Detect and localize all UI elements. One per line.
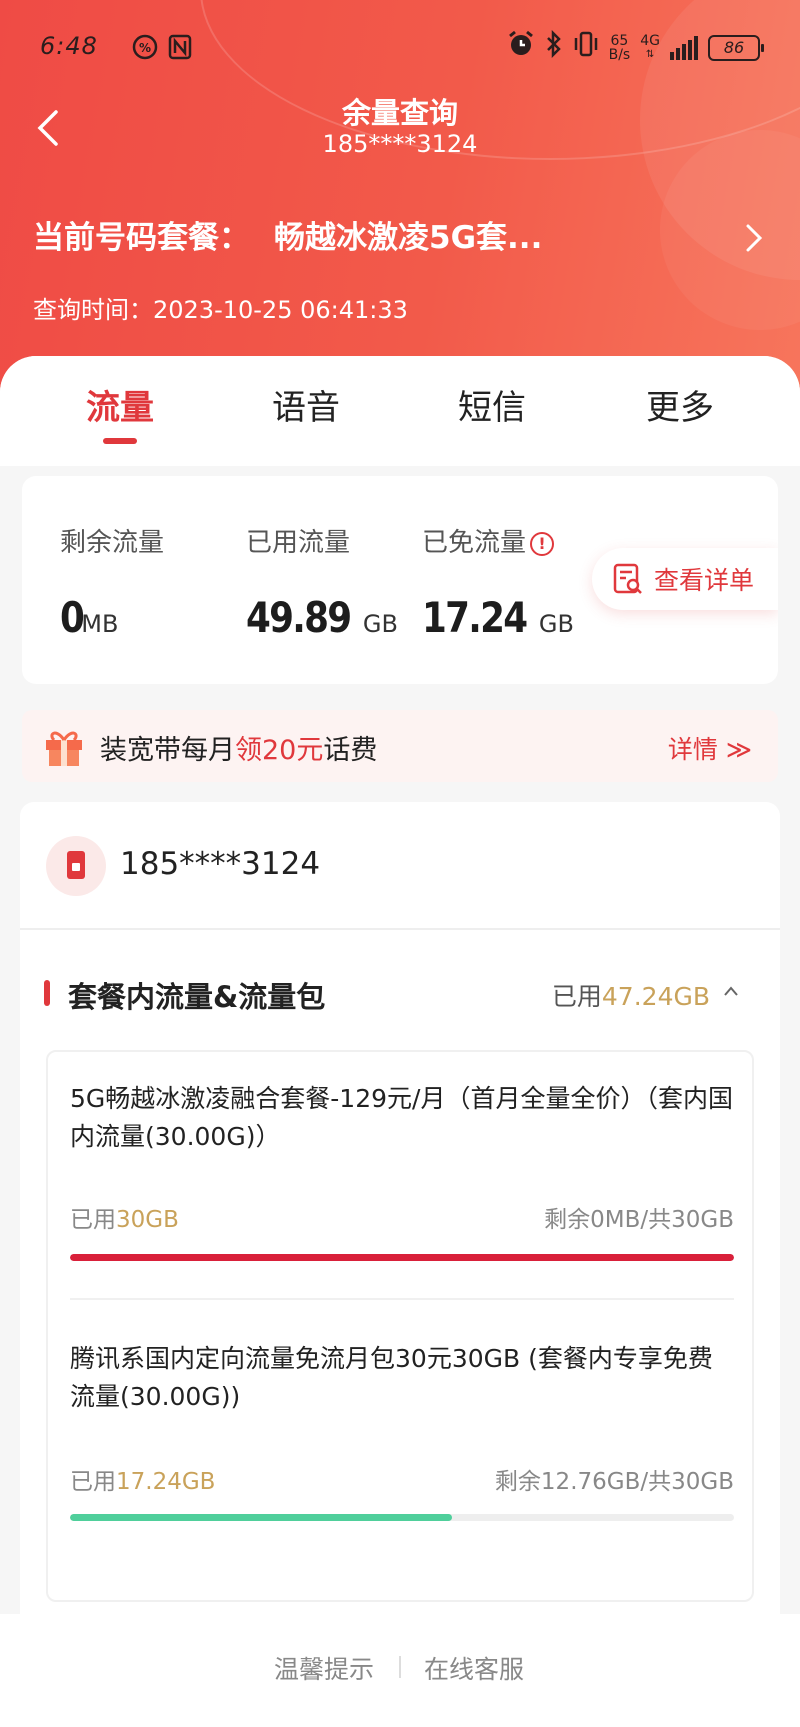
chevron-up-icon[interactable] (722, 984, 740, 998)
view-detail-label: 查看详单 (654, 566, 755, 595)
plan-arrow-button[interactable] (742, 220, 766, 256)
used-unit: GB (362, 610, 398, 638)
remaining-data: 剩余流量 0MB (60, 522, 164, 642)
package-used-label: 已用 (70, 1469, 116, 1495)
free-data: 已免流量! 17.24 GB (422, 522, 574, 642)
promo-detail-link[interactable]: 详情 ≫ (668, 730, 752, 766)
net-speed-value: 65 (610, 33, 629, 49)
free-value: 17.24 (422, 593, 528, 642)
package-item: 腾讯系国内定向流量免流月包30元30GB (套餐内专享免费流量(30.00G))… (70, 1340, 734, 1521)
net-speed-unit: B/s (608, 47, 631, 63)
tab-data[interactable]: 流量 (60, 380, 180, 429)
used-value: 49.89 (246, 593, 352, 642)
alarm-icon (507, 30, 535, 66)
document-search-icon (613, 563, 642, 594)
footer-divider (399, 1656, 401, 1678)
package-usage: 已用30GB 剩余0MB/共30GB (70, 1200, 734, 1234)
plan-name: 畅越冰激凌5G套... (274, 220, 543, 256)
section-accent-bar (44, 980, 50, 1006)
hd-icon: % (132, 34, 158, 68)
net-speed: 65 B/s (609, 34, 631, 62)
data-detail-card: 185****3124 套餐内流量&流量包 已用47.24GB 5G畅越冰激凌融… (20, 802, 780, 1702)
package-progress-fill (70, 1254, 734, 1261)
remaining-value: 0 (60, 593, 85, 642)
online-service-link[interactable]: 在线客服 (424, 1650, 524, 1686)
section-used-value: 47.24GB (601, 982, 710, 1011)
used-data: 已用流量 49.89 GB (246, 522, 398, 642)
status-right-icons: 65 B/s 4G ⇅ 86 (507, 29, 764, 66)
package-progress-bar (70, 1514, 734, 1521)
package-name: 5G畅越冰激凌融合套餐-129元/月（首月全量全价）（套内国内流量(30.00G… (70, 1084, 733, 1151)
divider (20, 928, 780, 930)
gift-icon (46, 731, 82, 766)
remaining-label: 剩余流量 (60, 528, 165, 558)
package-progress-bar (70, 1254, 734, 1261)
data-arrows-icon: ⇅ (645, 49, 655, 60)
tab-more[interactable]: 更多 (620, 380, 740, 429)
plan-label: 当前号码套餐： (33, 220, 250, 256)
package-remaining: 剩余12.76GB/共30GB (494, 1469, 734, 1495)
page-title: 余量查询 (341, 96, 458, 130)
promo-text-post: 话费 (323, 735, 378, 766)
signal-icon (670, 36, 698, 60)
status-time: 6:48 (40, 32, 98, 60)
current-plan[interactable]: 当前号码套餐： 畅越冰激凌5G套... (33, 212, 542, 257)
package-used-label: 已用 (70, 1207, 116, 1233)
query-time: 查询时间：2023-10-25 06:41:33 (33, 296, 408, 324)
package-used-value: 30GB (116, 1207, 179, 1233)
usage-summary-card: 剩余流量 0MB 已用流量 49.89 GB 已免流量! 17.24 GB 查看详单 (22, 476, 778, 684)
page-subtitle: 185****3124 (322, 130, 478, 158)
phone-avatar (46, 836, 106, 896)
info-icon[interactable]: ! (530, 532, 555, 556)
phone-number: 185****3124 (120, 846, 321, 882)
network-type: 4G ⇅ (640, 34, 660, 62)
tab-sms[interactable]: 短信 (432, 380, 552, 429)
status-bar: 6:48 % 65 B/s 4G ⇅ 86 (40, 29, 764, 68)
vibrate-icon (573, 30, 599, 66)
sim-card-icon (67, 851, 85, 879)
bottom-bar: 温馨提示 在线客服 (0, 1614, 800, 1727)
package-item: 5G畅越冰激凌融合套餐-129元/月（首月全量全价）（套内国内流量(30.00G… (70, 1080, 734, 1261)
free-label: 已免流量 (422, 528, 527, 558)
view-detail-button[interactable]: 查看详单 (592, 548, 778, 610)
broadband-promo-banner[interactable]: 装宽带每月领20元话费 详情 ≫ (22, 710, 778, 782)
promo-text: 装宽带每月领20元话费 (100, 728, 377, 767)
svg-text:%: % (139, 41, 151, 55)
package-progress-fill (70, 1514, 452, 1521)
promo-text-highlight: 领20元 (235, 735, 324, 766)
section-title: 套餐内流量&流量包 (68, 980, 326, 1014)
tab-voice[interactable]: 语音 (246, 380, 366, 429)
nfc-icon (168, 34, 192, 68)
bluetooth-icon (545, 29, 563, 66)
tab-active-indicator (103, 438, 137, 444)
remaining-unit: MB (81, 610, 119, 638)
chevron-right-icon (746, 224, 763, 252)
package-remaining: 剩余0MB/共30GB (544, 1207, 734, 1233)
header: 6:48 % 65 B/s 4G ⇅ 86 余量查询 185****3124 当… (0, 0, 800, 400)
network-type-label: 4G (640, 33, 660, 49)
promo-text-pre: 装宽带每月 (100, 735, 235, 766)
section-used-label: 已用 (551, 982, 602, 1011)
battery-icon: 86 (708, 35, 764, 61)
package-name: 腾讯系国内定向流量免流月包30元30GB (套餐内专享免费流量(30.00G)) (70, 1344, 713, 1411)
section-used[interactable]: 已用47.24GB (552, 977, 710, 1013)
item-separator (70, 1298, 734, 1300)
used-label: 已用流量 (246, 528, 351, 558)
tips-link[interactable]: 温馨提示 (274, 1650, 374, 1686)
package-usage: 已用17.24GB 剩余12.76GB/共30GB (70, 1462, 734, 1496)
free-unit: GB (538, 610, 574, 638)
package-used-value: 17.24GB (116, 1469, 216, 1495)
package-list: 5G畅越冰激凌融合套餐-129元/月（首月全量全价）（套内国内流量(30.00G… (46, 1050, 754, 1602)
status-left-icons: % (132, 34, 192, 68)
